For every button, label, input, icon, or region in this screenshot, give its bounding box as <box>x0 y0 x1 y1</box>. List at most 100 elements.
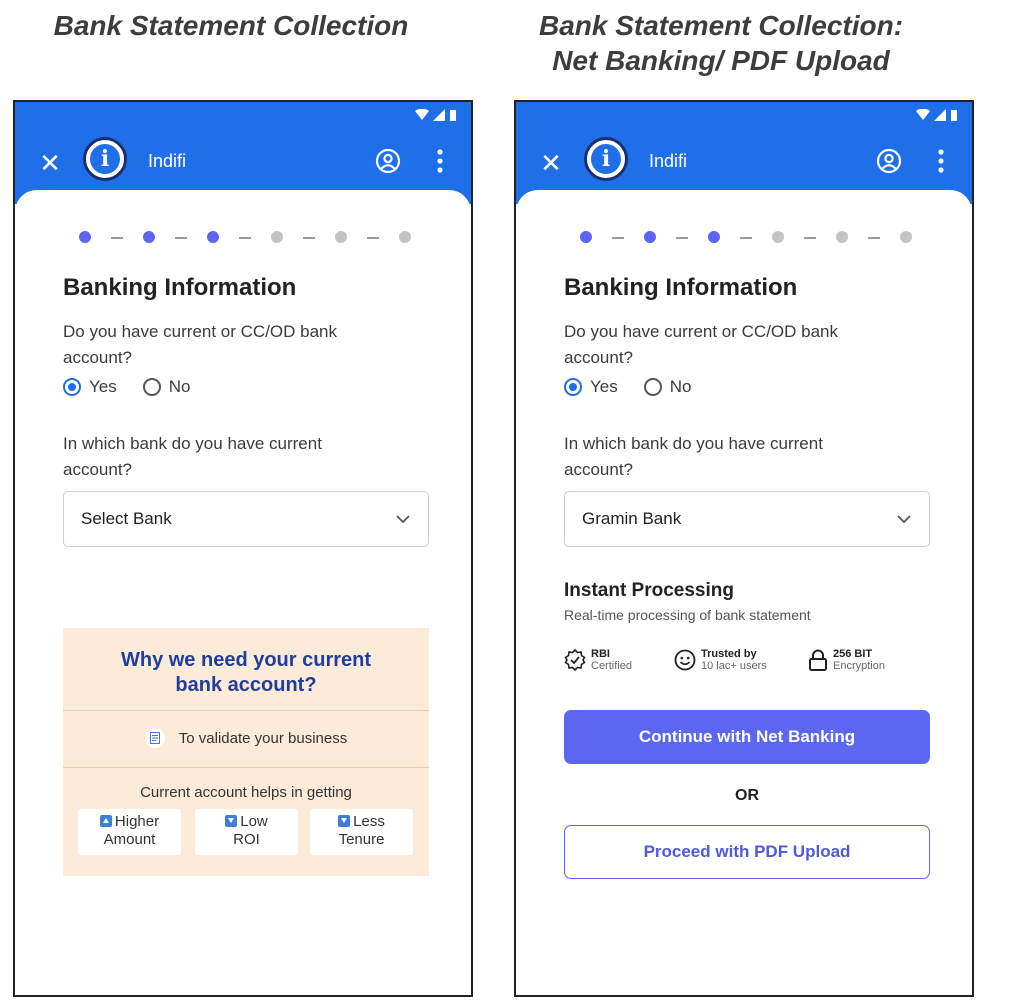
signal-icon <box>934 109 946 121</box>
encryption-badge: 256 BIT Encryption <box>808 648 885 672</box>
badge-line1: Trusted by <box>701 648 757 660</box>
more-vert-icon[interactable] <box>437 148 443 174</box>
step-dot <box>900 231 912 243</box>
signal-icon <box>433 109 445 121</box>
badge-line2: Certified <box>591 660 632 672</box>
bank-select-value: Gramin Bank <box>582 509 682 528</box>
step-dot <box>271 231 283 243</box>
chevron-down-icon <box>897 515 911 524</box>
app-name: Indifi <box>649 151 688 171</box>
bank-select-value: Select Bank <box>81 509 172 528</box>
lock-icon <box>809 649 827 671</box>
yes-radio[interactable] <box>63 378 81 396</box>
bank-question: In which bank do you have current accoun… <box>564 434 823 479</box>
progress-stepper <box>79 231 411 245</box>
yes-radio[interactable] <box>564 378 582 396</box>
badge-line1: RBI <box>591 648 610 660</box>
document-icon <box>144 728 165 748</box>
right-caption: Bank Statement Collection: Net Banking/ … <box>490 8 952 78</box>
step-dot <box>399 231 411 243</box>
right-caption-line1: Bank Statement Collection: <box>538 10 904 41</box>
step-dash <box>868 237 880 239</box>
step-dot <box>335 231 347 243</box>
bank-select[interactable]: Select Bank <box>63 491 429 547</box>
no-radio[interactable] <box>643 378 662 396</box>
trusted-badge: Trusted by 10 lac+ users <box>674 648 767 672</box>
pdf-upload-button[interactable]: Proceed with PDF Upload <box>564 825 930 879</box>
helps-heading: Current account helps in getting <box>140 784 352 801</box>
badge-line2: Encryption <box>833 660 885 672</box>
step-dot <box>836 231 848 243</box>
benefit-label-bottom: Tenure <box>338 831 385 848</box>
account-question: Do you have current or CC/OD bank accoun… <box>63 322 338 367</box>
step-dash <box>239 237 251 239</box>
badge-line2: 10 lac+ users <box>701 660 767 672</box>
indifi-logo: i <box>584 137 628 181</box>
page-title: Banking Information <box>63 274 297 301</box>
no-radio[interactable] <box>142 378 161 396</box>
continue-net-banking-button[interactable]: Continue with Net Banking <box>564 710 930 764</box>
divider <box>63 710 429 711</box>
arrow-down-icon <box>225 815 238 827</box>
instant-processing-subtitle: Real-time processing of bank statement <box>564 607 811 623</box>
status-icons <box>916 109 958 121</box>
benefit-label-top: Low <box>240 813 268 830</box>
account-question: Do you have current or CC/OD bank accoun… <box>564 322 839 367</box>
left-phone-screen: ✕ i Indifi Banking Information Do you ha… <box>13 100 473 997</box>
wifi-icon <box>916 109 930 120</box>
or-separator: OR <box>735 787 759 804</box>
close-icon[interactable]: ✕ <box>538 150 564 176</box>
benefit-low-roi: Low ROI <box>195 809 298 855</box>
step-dot <box>580 231 592 243</box>
step-dash <box>175 237 187 239</box>
badge-line1: 256 BIT <box>833 648 873 660</box>
profile-icon[interactable] <box>876 148 902 174</box>
rbi-certified-badge: RBI Certified <box>564 648 632 672</box>
step-dot <box>772 231 784 243</box>
chevron-down-icon <box>396 515 410 524</box>
step-dot <box>79 231 91 243</box>
step-dot <box>143 231 155 243</box>
status-icons <box>415 109 457 121</box>
step-dash <box>612 237 624 239</box>
step-dash <box>740 237 752 239</box>
divider <box>63 767 429 768</box>
app-name: Indifi <box>148 151 187 171</box>
left-caption: Bank Statement Collection <box>53 10 409 41</box>
step-dash <box>676 237 688 239</box>
benefit-label-bottom: Amount <box>103 831 156 848</box>
bank-select[interactable]: Gramin Bank <box>564 491 930 547</box>
smile-icon <box>674 649 696 671</box>
page-title: Banking Information <box>564 274 798 301</box>
arrow-up-icon <box>99 815 112 827</box>
content-card: Banking Information Do you have current … <box>516 190 972 995</box>
step-dash <box>303 237 315 239</box>
step-dash <box>367 237 379 239</box>
certified-badge-icon <box>564 649 586 671</box>
step-dot <box>644 231 656 243</box>
why-heading: Why we need your current bank account? <box>120 649 372 696</box>
bank-question: In which bank do you have current accoun… <box>63 434 322 479</box>
benefit-label-bottom: ROI <box>233 831 260 848</box>
no-label: No <box>669 377 692 396</box>
content-card: Banking Information Do you have current … <box>15 190 471 995</box>
right-caption-line2: Net Banking/ PDF Upload <box>552 45 890 76</box>
profile-icon[interactable] <box>375 148 401 174</box>
why-current-account-panel: Why we need your current bank account? T… <box>63 628 429 876</box>
no-label: No <box>168 377 191 396</box>
status-bar <box>516 102 972 134</box>
account-radio-group: Yes No <box>63 377 190 397</box>
indifi-logo: i <box>83 137 127 181</box>
battery-icon <box>450 110 456 121</box>
status-bar <box>15 102 471 134</box>
account-radio-group: Yes No <box>564 377 691 397</box>
more-vert-icon[interactable] <box>938 148 944 174</box>
benefit-higher-amount: Higher Amount <box>78 809 181 855</box>
arrow-down-icon <box>338 815 351 827</box>
progress-stepper <box>580 231 912 245</box>
step-dash <box>111 237 123 239</box>
wifi-icon <box>415 109 429 120</box>
step-dot <box>207 231 219 243</box>
benefit-less-tenure: Less Tenure <box>310 809 413 855</box>
close-icon[interactable]: ✕ <box>37 150 63 176</box>
